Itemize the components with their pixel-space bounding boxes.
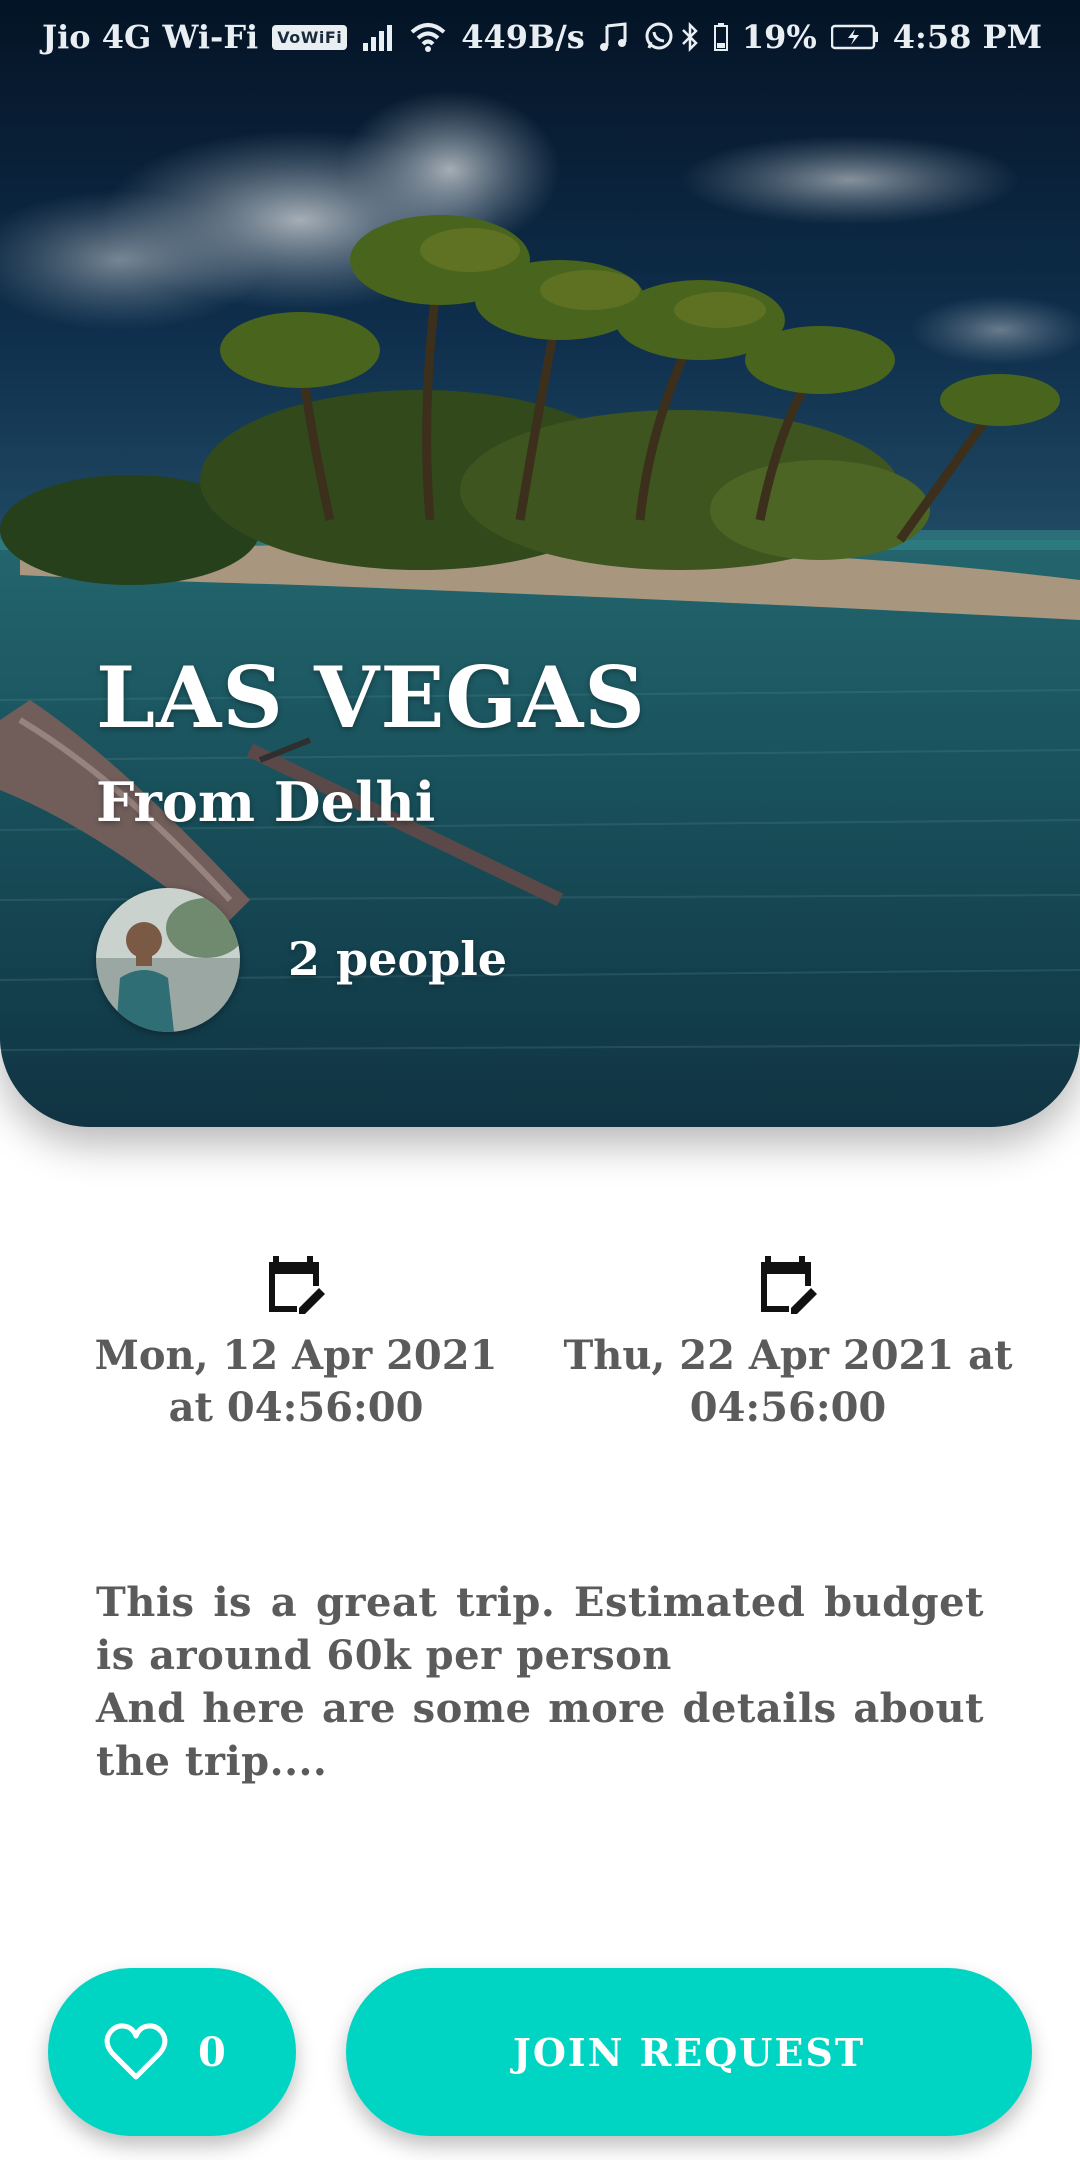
end-date-section: Thu, 22 Apr 2021 at 04:56:00 [558,1250,1018,1434]
bluetooth-icon [680,21,700,53]
net-speed-label: 449B/s [461,18,585,56]
whatsapp-icon [643,21,675,53]
start-date-section: Mon, 12 Apr 2021 at 04:56:00 [66,1250,526,1434]
origin-subtitle: From Delhi [96,770,436,834]
trip-hero-card: Jio 4G Wi-Fi VoWiFi 449B/s 19% 4:58 PM L… [0,0,1080,1127]
destination-title: LAS VEGAS [96,648,646,747]
join-request-button[interactable]: JOIN REQUEST [346,1968,1032,2136]
music-note-icon [599,22,629,52]
like-count: 0 [198,2028,226,2076]
like-button[interactable]: 0 [48,1968,296,2136]
wifi-icon [409,22,447,52]
battery-percent: 19% [741,18,817,56]
vowifi-badge: VoWiFi [272,24,348,50]
calendar-edit-icon [761,1256,817,1314]
start-date-text: Mon, 12 Apr 2021 at 04:56:00 [94,1332,498,1431]
battery-icon [830,23,879,51]
carrier-label: Jio 4G Wi-Fi [42,18,259,56]
trip-description: This is a great trip. Estimated budget i… [96,1579,984,1785]
battery-small-icon [713,23,728,51]
status-bar: Jio 4G Wi-Fi VoWiFi 449B/s 19% 4:58 PM [0,0,1080,80]
clock: 4:58 PM [892,18,1042,56]
avatar[interactable] [96,888,240,1032]
heart-outline-icon [104,2023,168,2080]
people-count: 2 people [288,932,508,986]
calendar-edit-icon [269,1256,325,1314]
signal-icon [361,23,395,51]
end-date-text: Thu, 22 Apr 2021 at 04:56:00 [563,1332,1013,1431]
